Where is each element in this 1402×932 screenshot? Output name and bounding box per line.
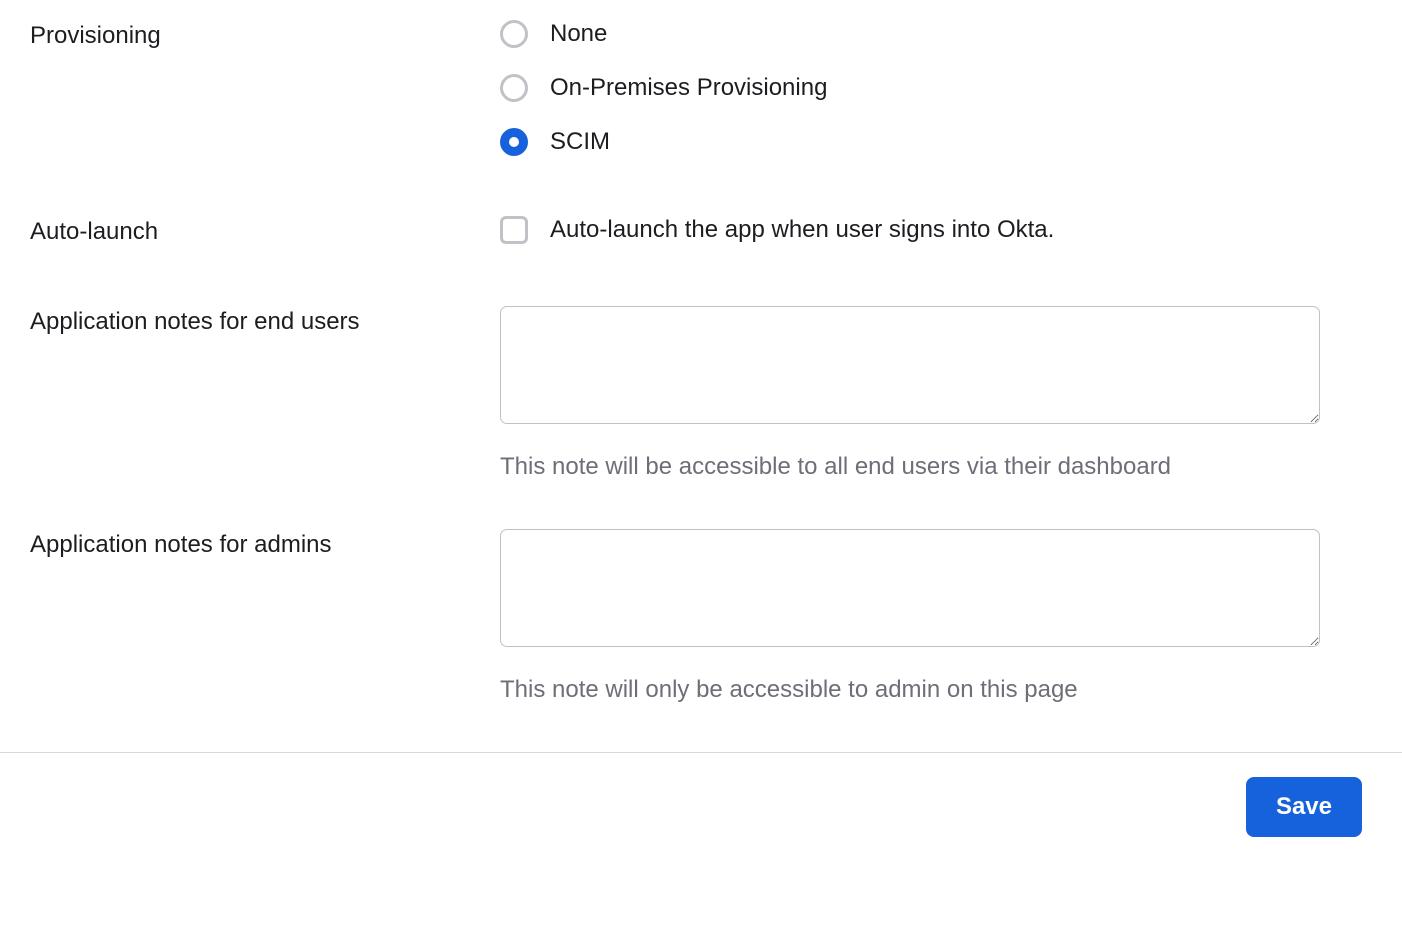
provisioning-radio-onprem[interactable]: On-Premises Provisioning [500,74,1362,102]
notes-admins-help: This note will only be accessible to adm… [500,676,1362,704]
radio-label: On-Premises Provisioning [550,74,827,102]
checkbox-label: Auto-launch the app when user signs into… [550,216,1054,244]
notes-end-users-label: Application notes for end users [0,306,500,336]
notes-end-users-controls: This note will be accessible to all end … [500,306,1402,481]
radio-icon [500,74,528,102]
radio-label: None [550,20,607,48]
notes-end-users-help: This note will be accessible to all end … [500,453,1362,481]
provisioning-radio-scim[interactable]: SCIM [500,128,1362,156]
provisioning-controls: None On-Premises Provisioning SCIM [500,20,1402,156]
form-footer: Save [0,752,1402,861]
provisioning-label: Provisioning [0,20,500,50]
auto-launch-checkbox[interactable]: Auto-launch the app when user signs into… [500,216,1362,244]
provisioning-radio-none[interactable]: None [500,20,1362,48]
settings-form: Provisioning None On-Premises Provisioni… [0,0,1402,704]
radio-label: SCIM [550,128,610,156]
notes-admins-label: Application notes for admins [0,529,500,559]
provisioning-radio-group: None On-Premises Provisioning SCIM [500,20,1362,156]
notes-admins-row: Application notes for admins This note w… [0,529,1402,704]
auto-launch-controls: Auto-launch the app when user signs into… [500,216,1402,244]
save-button[interactable]: Save [1246,777,1362,837]
checkbox-icon [500,216,528,244]
notes-admins-textarea[interactable] [500,529,1320,647]
notes-end-users-row: Application notes for end users This not… [0,306,1402,481]
notes-admins-controls: This note will only be accessible to adm… [500,529,1402,704]
provisioning-row: Provisioning None On-Premises Provisioni… [0,20,1402,156]
radio-icon [500,20,528,48]
radio-icon [500,128,528,156]
notes-end-users-textarea[interactable] [500,306,1320,424]
auto-launch-label: Auto-launch [0,216,500,246]
auto-launch-row: Auto-launch Auto-launch the app when use… [0,216,1402,246]
